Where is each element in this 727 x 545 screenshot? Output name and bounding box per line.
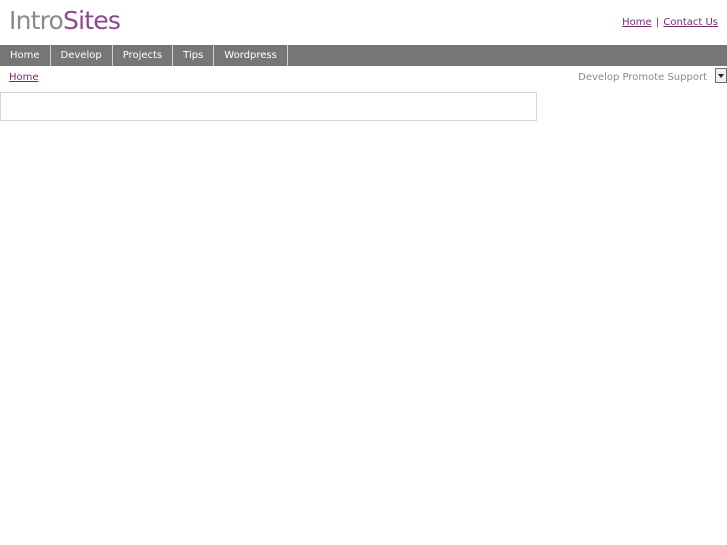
site-logo[interactable]: IntroSites	[9, 5, 121, 37]
nav-item-wordpress[interactable]: Wordpress	[214, 45, 288, 66]
breadcrumb: Home	[9, 71, 39, 84]
nav-item-projects[interactable]: Projects	[113, 45, 174, 66]
top-link-contact-us[interactable]: Contact Us	[663, 17, 718, 28]
top-link-separator: |	[655, 17, 660, 28]
main-navigation: Home Develop Projects Tips Wordpress	[0, 45, 727, 66]
breadcrumb-home-link[interactable]: Home	[9, 72, 39, 83]
nav-item-home[interactable]: Home	[0, 45, 51, 66]
content-panel	[0, 92, 537, 121]
chevron-down-icon	[718, 74, 724, 78]
site-tagline: Develop Promote Support	[578, 72, 707, 83]
nav-item-develop[interactable]: Develop	[51, 45, 113, 66]
top-link-home[interactable]: Home	[622, 17, 652, 28]
nav-item-tips[interactable]: Tips	[173, 45, 215, 66]
dropdown-toggle-button[interactable]	[715, 68, 727, 83]
logo-text-intro: Intro	[9, 6, 64, 35]
top-links: Home | Contact Us	[622, 16, 718, 29]
logo-text-sites: Sites	[63, 6, 121, 35]
